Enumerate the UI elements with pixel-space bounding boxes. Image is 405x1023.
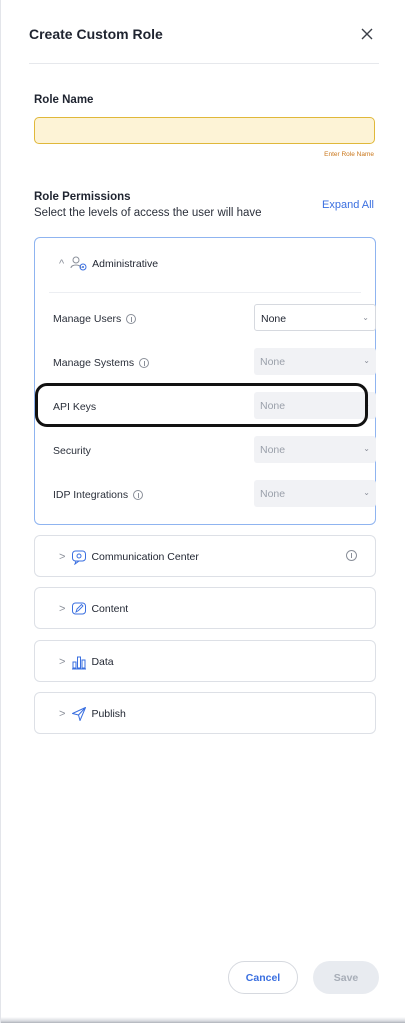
group-label-publish: Publish	[91, 708, 126, 720]
expand-all-link[interactable]: Expand All	[322, 199, 374, 211]
group-header-data[interactable]: > Data	[59, 641, 114, 683]
select-value: None	[260, 356, 286, 368]
group-label-communication-center: Communication Center	[91, 551, 199, 563]
save-button[interactable]: Save	[313, 961, 379, 994]
divider	[49, 292, 361, 293]
permission-row-idp-integrations: IDP Integrations None ⌄	[53, 480, 376, 510]
role-permissions-heading: Role Permissions	[34, 191, 131, 203]
chevron-right-icon: >	[59, 603, 66, 615]
chevron-up-icon: ^	[59, 258, 65, 270]
role-name-label: Role Name	[34, 94, 94, 106]
chevron-right-icon: >	[59, 551, 66, 563]
cancel-button[interactable]: Cancel	[228, 961, 298, 994]
highlight-annotation	[35, 383, 368, 427]
group-header-content[interactable]: > Content	[59, 588, 128, 630]
group-header-publish[interactable]: > Publish	[59, 693, 126, 735]
permission-select-security: None ⌄	[254, 436, 376, 463]
send-icon	[72, 707, 87, 721]
chevron-down-icon: ⌄	[362, 313, 369, 322]
dialog-title: Create Custom Role	[29, 26, 163, 42]
permission-label: Manage Users	[53, 313, 122, 325]
chevron-down-icon: ⌄	[363, 444, 370, 453]
group-label-data: Data	[91, 656, 114, 668]
group-content: > Content	[34, 587, 376, 629]
chevron-right-icon: >	[59, 708, 66, 720]
permission-select-idp-integrations: None ⌄	[254, 480, 376, 507]
user-gear-icon	[70, 256, 87, 271]
info-icon[interactable]	[139, 358, 150, 368]
permission-row-manage-users: Manage Users None ⌄	[53, 304, 376, 334]
group-data: > Data	[34, 640, 376, 682]
chevron-right-icon: >	[59, 656, 66, 668]
chevron-down-icon: ⌄	[363, 488, 370, 497]
group-administrative: ^ Administrative Manage Users None ⌄ Man…	[34, 237, 376, 525]
group-communication-center: > Communication Center	[34, 535, 376, 577]
select-value: None	[260, 488, 286, 500]
create-custom-role-dialog: Create Custom Role Role Name Enter Role …	[0, 0, 405, 1023]
select-value: None	[260, 444, 286, 456]
bar-chart-icon	[72, 656, 87, 670]
group-publish: > Publish	[34, 692, 376, 734]
select-value: None	[261, 313, 287, 325]
group-header-administrative[interactable]: ^ Administrative	[59, 238, 158, 290]
info-icon[interactable]	[126, 314, 137, 324]
permission-row-manage-systems: Manage Systems None ⌄	[53, 348, 376, 378]
info-icon[interactable]	[133, 490, 144, 500]
close-icon[interactable]	[357, 24, 377, 44]
permission-select-manage-users[interactable]: None ⌄	[254, 304, 376, 331]
group-label-administrative: Administrative	[92, 258, 159, 270]
permission-select-manage-systems: None ⌄	[254, 348, 376, 375]
chevron-down-icon: ⌄	[363, 356, 370, 365]
group-label-content: Content	[91, 603, 129, 615]
permission-label: Manage Systems	[53, 357, 135, 369]
role-name-input[interactable]	[34, 117, 375, 144]
role-name-hint: Enter Role Name	[324, 151, 374, 158]
permission-label: IDP Integrations	[53, 489, 129, 501]
permission-row-security: Security None ⌄	[53, 436, 376, 466]
chat-bubble-icon	[72, 550, 87, 565]
role-permissions-subheading: Select the levels of access the user wil…	[34, 207, 262, 219]
edit-icon	[72, 602, 87, 615]
permission-label: Security	[53, 445, 91, 457]
group-header-communication-center[interactable]: > Communication Center	[59, 536, 199, 578]
bottom-edge-shadow	[1, 1017, 405, 1023]
dialog-header: Create Custom Role	[29, 24, 379, 64]
info-icon[interactable]	[346, 550, 357, 561]
